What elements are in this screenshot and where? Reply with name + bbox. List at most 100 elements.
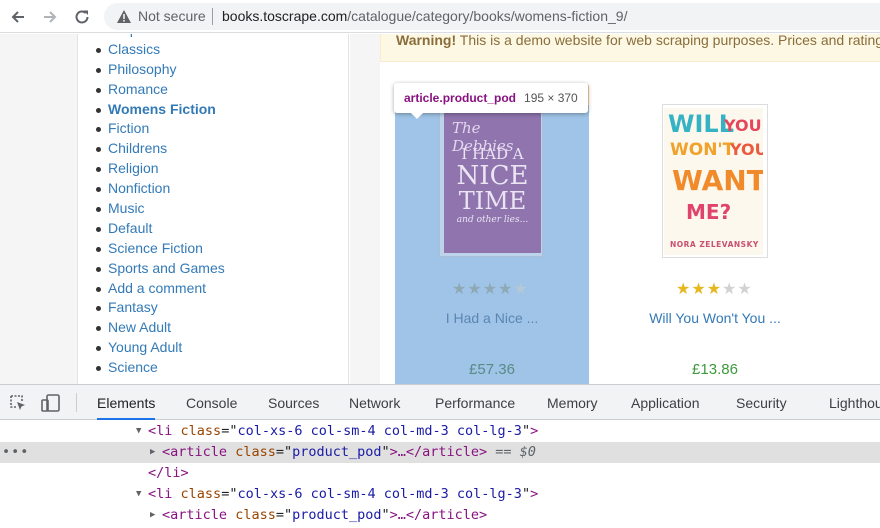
reload-button[interactable] [69, 4, 95, 30]
star-icon: ★ [452, 281, 468, 298]
address-bar[interactable]: Not secure books.toscrape.com/catalogue/… [104, 3, 880, 30]
category-link[interactable]: Add a comment [96, 279, 225, 299]
markup-punctuation [172, 423, 180, 439]
markup-attr: class [180, 486, 222, 502]
tooltip-arrow [410, 112, 424, 119]
category-link[interactable]: Classics [96, 40, 225, 60]
security-label[interactable]: Not secure [138, 8, 206, 24]
markup-punctuation: < [148, 423, 157, 439]
markup-tail: > [530, 423, 539, 439]
dom-node-row[interactable]: </li> [0, 463, 880, 484]
markup-punctuation: " [521, 423, 531, 439]
expand-triangle-icon[interactable]: ▶ [150, 505, 155, 526]
forward-button[interactable] [37, 4, 63, 30]
markup-punctuation: < [162, 507, 171, 523]
star-icon: ★ [676, 281, 692, 298]
star-icon: ★ [482, 281, 499, 298]
category-link[interactable]: Religion [96, 159, 225, 179]
tab-console[interactable]: Console [186, 385, 237, 420]
closing-tag: </li> [148, 465, 189, 481]
elements-tree: ▼ <li class="col-xs-6 col-sm-4 col-md-3 c… [0, 421, 880, 526]
category-link[interactable]: Womens Fiction [96, 100, 225, 120]
category-link[interactable]: Fiction [96, 119, 225, 139]
cover-text: NORA ZELEVANSKY [670, 240, 759, 249]
category-link[interactable]: Romance [96, 80, 225, 100]
star-rating: ★★★★★ [676, 279, 753, 299]
star-icon: ★ [498, 281, 514, 298]
category-link[interactable]: Sports and Games [96, 259, 225, 279]
back-button[interactable] [5, 4, 31, 30]
markup-tail: >…</article> [389, 507, 488, 523]
product-price: £57.36 [469, 361, 515, 378]
markup-punctuation: < [162, 444, 171, 460]
star-icon: ★ [737, 281, 753, 298]
warning-triangle-icon[interactable] [116, 9, 132, 29]
markup-value: col-xs-6 col-sm-4 col-md-3 col-lg-3 [237, 423, 522, 439]
inspect-element-icon[interactable] [9, 394, 27, 417]
category-link[interactable]: Science Fiction [96, 239, 225, 259]
warning-banner: Warning! This is a demo website for web … [380, 34, 880, 62]
markup-tag: li [156, 486, 173, 502]
browser-toolbar: Not secure books.toscrape.com/catalogue/… [0, 0, 880, 33]
category-link[interactable]: Young Adult [96, 338, 225, 358]
dom-node-row[interactable]: ▶ <article class="product_pod">…</article… [0, 505, 880, 526]
tab-lighthouse[interactable]: Lighthouse [829, 385, 880, 420]
tab-performance[interactable]: Performance [435, 385, 515, 420]
dom-node-row[interactable]: ••• ▶ <article class="product_pod">…</arti… [0, 442, 880, 463]
category-link[interactable]: Default [96, 219, 225, 239]
collapse-triangle-icon[interactable]: ▼ [136, 421, 141, 442]
cover-text: ME? [686, 200, 732, 224]
category-link[interactable]: Philosophy [96, 60, 225, 80]
tab-network[interactable]: Network [349, 385, 400, 420]
tab-security[interactable]: Security [736, 385, 787, 420]
selected-marker: == $0 [495, 444, 536, 460]
tooltip-size: 195 × 370 [524, 91, 578, 105]
markup-value: product_pod [292, 444, 382, 460]
more-icon[interactable]: ••• [2, 442, 29, 463]
element-markup: <article class="product_pod">…</article>… [162, 442, 536, 463]
warning-text: This is a demo website for web scraping … [459, 34, 880, 48]
content-gutter [350, 34, 380, 384]
category-link[interactable]: Fantasy [96, 298, 225, 318]
book-cover-image[interactable]: The Debbies I HAD A NICE TIME and other … [444, 109, 541, 253]
category-link[interactable]: Music [96, 199, 225, 219]
arrow-left-icon [10, 9, 26, 25]
cover-text: WON'T [670, 140, 735, 160]
expand-triangle-icon[interactable]: ▶ [150, 442, 155, 463]
star-icon: ★ [691, 281, 707, 298]
element-markup: <article class="product_pod">…</article> [162, 505, 487, 526]
cover-text: YOU [724, 116, 762, 135]
category-link[interactable]: Science [96, 358, 225, 378]
markup-tail: > [530, 486, 539, 502]
cover-text: WANT [672, 164, 763, 197]
url-text[interactable]: books.toscrape.com/catalogue/category/bo… [222, 8, 627, 24]
markup-tail: >…</article> [389, 444, 488, 460]
product-title-link[interactable]: I Had a Nice ... [395, 310, 589, 326]
star-rating: ★★★★★ [452, 279, 529, 299]
dom-node-row[interactable]: ▼ <li class="col-xs-6 col-sm-4 col-md-3 c… [0, 421, 880, 442]
product-title-link[interactable]: Will You Won't You ... [615, 310, 815, 326]
collapse-triangle-icon[interactable]: ▼ [136, 484, 141, 505]
book-cover-image[interactable]: WILL YOU WON'T YOU WANT ME? NORA ZELEVAN… [664, 108, 763, 255]
tab-sources[interactable]: Sources [268, 385, 319, 420]
star-icon: ★ [706, 281, 723, 298]
devtools-tab-bar: Elements Console Sources Network Performance… [0, 385, 880, 420]
arrow-right-icon [42, 9, 58, 25]
left-gutter [0, 34, 78, 384]
tab-elements[interactable]: Elements [97, 385, 156, 420]
star-icon: ★ [513, 281, 529, 298]
tab-application[interactable]: Application [631, 385, 700, 420]
category-link[interactable]: Childrens [96, 139, 225, 159]
dom-node-row[interactable]: ▼ <li class="col-xs-6 col-sm-4 col-md-3 c… [0, 484, 880, 505]
tab-memory[interactable]: Memory [547, 385, 598, 420]
device-toolbar-icon[interactable] [41, 394, 61, 417]
product-price: £13.86 [692, 361, 738, 378]
star-icon: ★ [722, 281, 738, 298]
markup-punctuation: " [381, 507, 390, 523]
category-link[interactable]: New Adult [96, 318, 225, 338]
category-link[interactable]: Nonfiction [96, 179, 225, 199]
element-markup: <li class="col-xs-6 col-sm-4 col-md-3 co… [148, 484, 538, 505]
markup-punctuation [227, 507, 235, 523]
markup-punctuation: " [521, 486, 531, 502]
markup-tag: article [170, 507, 228, 523]
